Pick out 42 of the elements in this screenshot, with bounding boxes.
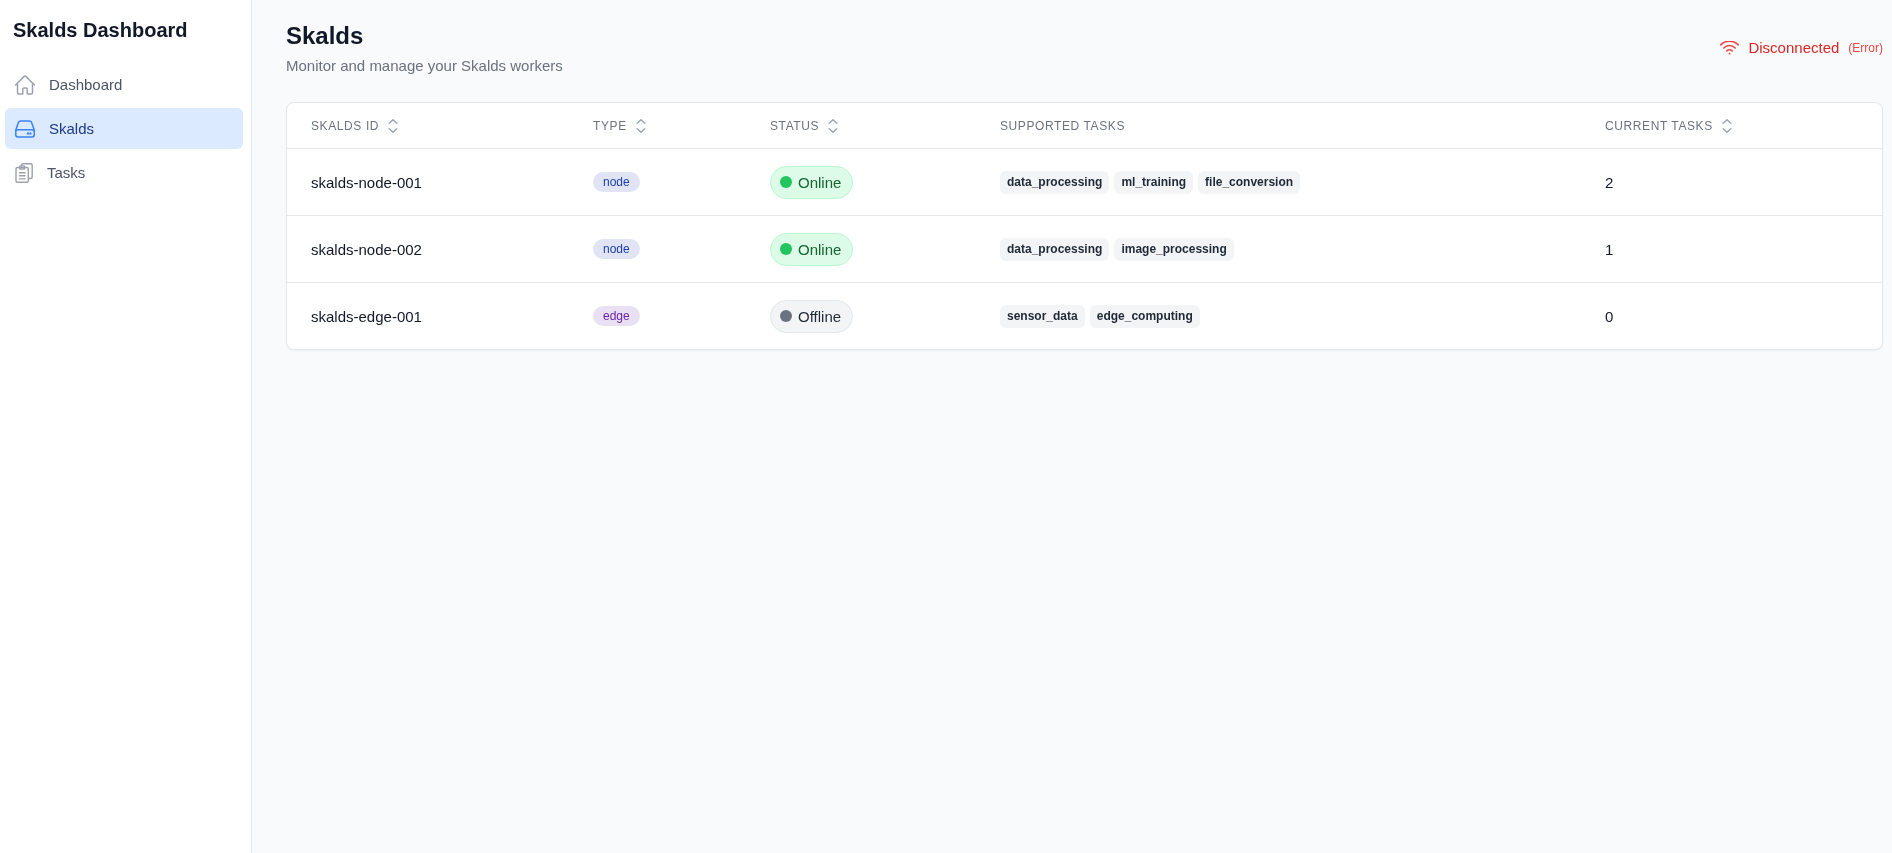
- type-badge: node: [593, 172, 640, 192]
- task-count: 1: [1605, 240, 1614, 258]
- page-subtitle: Monitor and manage your Skalds workers: [286, 56, 563, 76]
- status-dot-icon: [780, 243, 792, 255]
- worker-id: skalds-node-002: [311, 240, 422, 258]
- worker-id: skalds-node-001: [311, 173, 422, 191]
- column-header[interactable]: TYPE: [593, 118, 646, 133]
- home-icon: [15, 74, 35, 95]
- connection-status: Disconnected: [1748, 38, 1840, 58]
- task-tag: file_conversion: [1198, 170, 1301, 194]
- hard-drive-icon: [15, 119, 35, 138]
- type-badge: edge: [593, 306, 640, 326]
- column-header[interactable]: SKALDS ID: [311, 118, 399, 133]
- column-header: SUPPORTED TASKS: [1000, 118, 1126, 133]
- task-count: 2: [1605, 173, 1614, 191]
- page-title: Skalds: [286, 21, 365, 51]
- column-header[interactable]: CURRENT TASKS: [1605, 118, 1732, 133]
- status-text: Online: [798, 240, 842, 258]
- nav-item[interactable]: Tasks: [5, 152, 243, 193]
- task-tag: image_processing: [1114, 237, 1234, 261]
- connection-detail: (Error): [1848, 41, 1883, 55]
- task-tag: data_processing: [1000, 170, 1110, 194]
- worker-id: skalds-edge-001: [311, 307, 422, 325]
- status-dot-icon: [780, 310, 792, 322]
- nav-item[interactable]: Dashboard: [5, 64, 243, 105]
- nav-item[interactable]: Skalds: [5, 108, 243, 149]
- column-header[interactable]: STATUS: [770, 118, 839, 133]
- sort-icon: [1721, 118, 1732, 133]
- task-tag: sensor_data: [1000, 304, 1085, 328]
- status-text: Online: [798, 173, 842, 191]
- task-tag: ml_training: [1114, 170, 1194, 194]
- sort-icon: [828, 118, 839, 133]
- sort-icon: [388, 118, 399, 133]
- status-dot-icon: [780, 176, 792, 188]
- app-title: Skalds Dashboard: [12, 18, 189, 42]
- clipboard-icon: [15, 162, 33, 183]
- sort-icon: [635, 118, 646, 133]
- task-count: 0: [1605, 307, 1614, 325]
- task-tag: edge_computing: [1089, 304, 1200, 328]
- status-text: Offline: [798, 307, 842, 325]
- type-badge: node: [593, 239, 640, 259]
- task-tag: data_processing: [1000, 237, 1110, 261]
